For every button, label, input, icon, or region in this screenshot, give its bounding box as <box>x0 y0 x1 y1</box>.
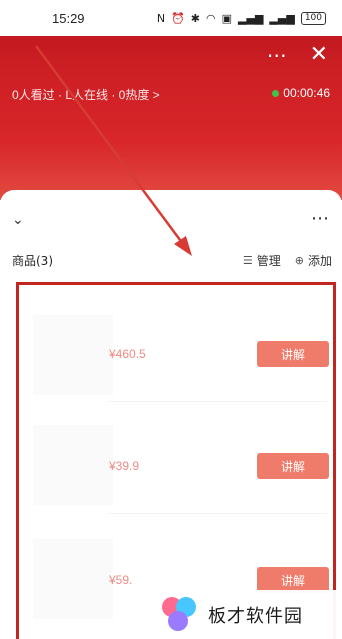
wifi-icon: ◠ <box>206 11 216 25</box>
alarm-icon: ⏰ <box>171 11 185 25</box>
sheet-more-icon[interactable]: ⋯ <box>311 208 330 229</box>
live-status-dot <box>272 89 280 97</box>
add-label: 添加 <box>307 254 332 268</box>
status-bar: 15:29 Ν ⏰ ✱ ◠ ▣ ▂▄▆ ▂▄▆ 100 <box>0 0 342 36</box>
list-icon: ☰ <box>242 254 253 267</box>
watermark: 板才软件园 <box>152 590 342 639</box>
live-timer: 00:00:46 <box>272 86 330 100</box>
signal-icon-2: ▂▄▆ <box>269 11 295 25</box>
product-price: ¥460.5 <box>109 347 146 361</box>
live-timer-text: 00:00:46 <box>283 86 330 100</box>
add-button[interactable]: ⊕ 添加 <box>295 252 332 269</box>
row-divider <box>109 513 327 514</box>
status-icons: Ν ⏰ ✱ ◠ ▣ ▂▄▆ ▂▄▆ 100 <box>156 11 326 25</box>
product-price: ¥59. <box>109 573 133 587</box>
hd-icon: ▣ <box>221 11 233 25</box>
product-item[interactable]: ¥39.9 讲解 <box>19 417 333 517</box>
bluetooth-icon: ✱ <box>190 11 201 25</box>
more-options-icon[interactable]: ⋯ <box>267 45 288 65</box>
product-thumbnail <box>33 315 113 395</box>
product-list-highlight: ¥460.5 讲解 ¥39.9 讲解 ¥59. 讲解 <box>16 282 336 639</box>
live-top-actions: ⋯ ✕ <box>267 44 328 66</box>
product-price: ¥39.9 <box>109 459 140 473</box>
product-thumbnail <box>33 425 113 505</box>
row-divider <box>109 401 327 402</box>
manage-label: 管理 <box>256 254 281 268</box>
battery-indicator: 100 <box>300 11 326 25</box>
close-icon[interactable]: ✕ <box>310 44 328 66</box>
status-time: 15:29 <box>52 10 85 26</box>
goods-title: 商品(3) <box>12 254 53 268</box>
signal-icon: ▂▄▆ <box>238 11 264 25</box>
manage-button[interactable]: ☰ 管理 <box>243 252 281 269</box>
goods-tools: ☰ 管理 ⊕ 添加 <box>243 252 332 269</box>
nfc-icon: Ν <box>156 11 166 25</box>
watermark-text: 板才软件园 <box>208 605 303 627</box>
live-stats[interactable]: 0人看过 · L人在线 · 0热度 > <box>12 86 160 103</box>
explain-button[interactable]: 讲解 <box>257 453 329 479</box>
goods-sheet: ⌄ ⋯ 商品(3) ☰ 管理 ⊕ 添加 ¥460.5 讲解 ¥39.9 讲解 ¥… <box>0 190 342 639</box>
explain-button[interactable]: 讲解 <box>257 341 329 367</box>
watermark-logo <box>158 595 200 635</box>
collapse-chevron-icon[interactable]: ⌄ <box>12 212 24 228</box>
goods-toolbar: 商品(3) ☰ 管理 ⊕ 添加 <box>12 252 332 272</box>
product-thumbnail <box>33 539 113 619</box>
product-item[interactable]: ¥460.5 讲解 <box>19 305 333 405</box>
plus-circle-icon: ⊕ <box>294 254 304 267</box>
sheet-header: ⌄ ⋯ <box>12 208 330 232</box>
